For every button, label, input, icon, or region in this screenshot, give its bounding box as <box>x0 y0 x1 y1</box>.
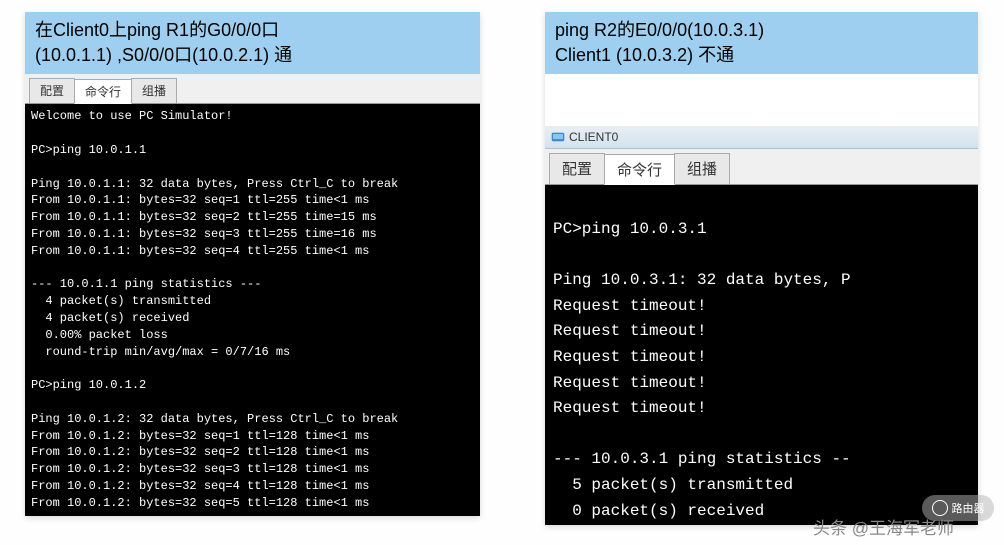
spacer <box>545 74 978 126</box>
tabs-bar: 配置 命令行 组播 <box>25 74 480 104</box>
tab-config[interactable]: 配置 <box>29 78 75 103</box>
tabs-bar: 配置 命令行 组播 <box>545 149 978 185</box>
left-caption: 在Client0上ping R1的G0/0/0口 (10.0.1.1) ,S0/… <box>25 12 480 74</box>
left-panel: 在Client0上ping R1的G0/0/0口 (10.0.1.1) ,S0/… <box>25 12 480 516</box>
terminal-output[interactable]: PC>ping 10.0.3.1 Ping 10.0.3.1: 32 data … <box>545 185 978 525</box>
right-caption: ping R2的E0/0/0(10.0.3.1) Client1 (10.0.3… <box>545 12 978 74</box>
footer-credit: 头条 @王海军老师 <box>813 514 954 539</box>
caption-text: (10.0.1.1) ,S0/0/0口(10.0.2.1) 通 <box>35 43 470 68</box>
badge-label: 路由器 <box>952 500 985 516</box>
tab-cli[interactable]: 命令行 <box>604 154 675 185</box>
tab-multicast[interactable]: 组播 <box>674 153 730 184</box>
tab-cli[interactable]: 命令行 <box>74 79 132 104</box>
tab-config[interactable]: 配置 <box>549 153 605 184</box>
tab-multicast[interactable]: 组播 <box>131 78 177 103</box>
right-panel: ping R2的E0/0/0(10.0.3.1) Client1 (10.0.3… <box>545 12 978 525</box>
window-title: CLIENT0 <box>569 130 618 144</box>
caption-text: Client1 (10.0.3.2) 不通 <box>555 43 968 68</box>
caption-text: ping R2的E0/0/0(10.0.3.1) <box>555 18 968 43</box>
app-icon <box>551 130 565 144</box>
caption-text: 在Client0上ping R1的G0/0/0口 <box>35 18 470 43</box>
terminal-output[interactable]: Welcome to use PC Simulator! PC>ping 10.… <box>25 104 480 516</box>
window-title-bar: CLIENT0 <box>545 126 978 149</box>
